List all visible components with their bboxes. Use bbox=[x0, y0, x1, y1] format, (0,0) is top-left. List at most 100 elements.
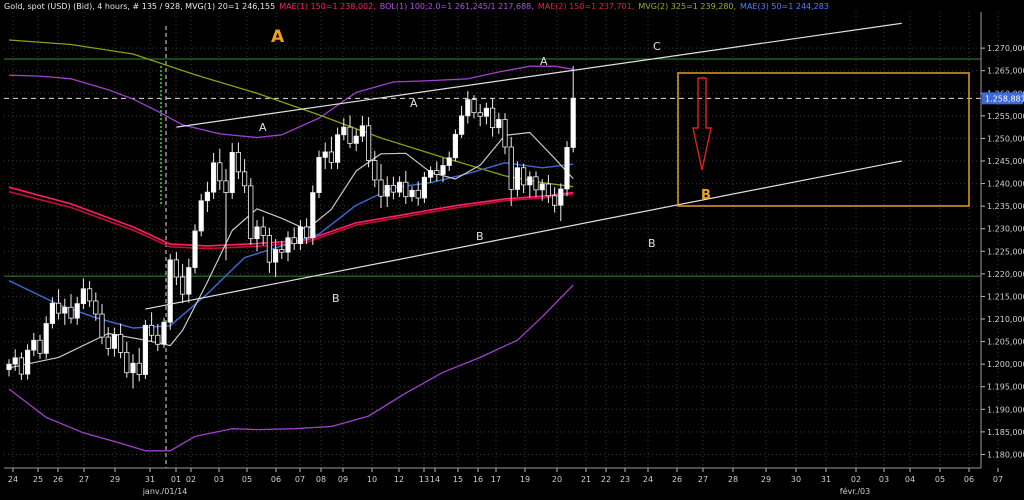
x-tick-label: 23 bbox=[620, 475, 630, 484]
candle[interactable] bbox=[291, 227, 297, 250]
candle[interactable] bbox=[118, 323, 124, 359]
bollinger-upper-line[interactable] bbox=[8, 65, 574, 139]
y-tick-label: 1.265,000 bbox=[987, 67, 1024, 76]
down-arrow-icon bbox=[692, 77, 712, 171]
candle[interactable] bbox=[396, 176, 403, 198]
candle[interactable] bbox=[508, 137, 514, 207]
candle[interactable] bbox=[316, 150, 322, 199]
candle[interactable] bbox=[241, 159, 248, 194]
candle-body-up bbox=[204, 191, 210, 202]
candle[interactable] bbox=[136, 347, 142, 382]
candle[interactable] bbox=[173, 252, 179, 286]
candle[interactable] bbox=[130, 354, 136, 389]
candle[interactable] bbox=[266, 227, 273, 273]
candle[interactable] bbox=[210, 152, 217, 199]
candle[interactable] bbox=[62, 298, 68, 325]
candle[interactable] bbox=[56, 289, 62, 320]
candle[interactable] bbox=[12, 349, 18, 371]
target-box[interactable] bbox=[677, 72, 970, 207]
candle[interactable] bbox=[31, 333, 37, 357]
candle-body-down bbox=[403, 181, 409, 198]
candle[interactable] bbox=[43, 316, 49, 359]
candle-body-up bbox=[421, 176, 428, 199]
candle[interactable] bbox=[217, 148, 223, 190]
candle[interactable] bbox=[452, 129, 459, 162]
candle[interactable] bbox=[105, 327, 111, 356]
last-price-label: 1.258,881 bbox=[985, 94, 1024, 103]
candle[interactable] bbox=[161, 317, 167, 348]
trendline[interactable] bbox=[176, 22, 902, 128]
y-tick-label: 1.230,000 bbox=[987, 225, 1024, 234]
candle[interactable] bbox=[545, 174, 552, 203]
candle[interactable] bbox=[18, 352, 25, 380]
candles[interactable] bbox=[6, 66, 576, 389]
candle[interactable] bbox=[552, 187, 558, 213]
candle[interactable] bbox=[465, 91, 471, 124]
candle[interactable] bbox=[353, 128, 359, 152]
candle[interactable] bbox=[489, 98, 496, 137]
candle[interactable] bbox=[248, 178, 254, 245]
candle-body-down bbox=[223, 180, 229, 193]
candle[interactable] bbox=[99, 304, 105, 345]
candle[interactable] bbox=[37, 334, 43, 359]
candle[interactable] bbox=[74, 296, 80, 325]
candle[interactable] bbox=[229, 142, 235, 199]
candle-body-up bbox=[514, 167, 521, 190]
candle[interactable] bbox=[204, 181, 210, 213]
candle[interactable] bbox=[458, 105, 465, 138]
candle[interactable] bbox=[446, 151, 452, 171]
peak-label-c: C bbox=[653, 40, 661, 53]
price-chart[interactable]: A B A A A C B B B 1.180,000 1.185,000 1.19… bbox=[0, 0, 1024, 500]
candle-body-down bbox=[291, 237, 297, 245]
candle[interactable] bbox=[390, 176, 397, 200]
candle[interactable] bbox=[347, 115, 353, 148]
x-tick-label: 26 bbox=[53, 475, 63, 484]
candle[interactable] bbox=[527, 171, 533, 198]
candle[interactable] bbox=[235, 142, 241, 180]
candle[interactable] bbox=[502, 113, 508, 155]
candle[interactable] bbox=[310, 185, 316, 245]
candle[interactable] bbox=[198, 193, 204, 237]
candle[interactable] bbox=[477, 104, 483, 127]
candle[interactable] bbox=[297, 220, 304, 250]
y-tick-label: 1.205,000 bbox=[987, 338, 1024, 347]
candle[interactable] bbox=[167, 253, 173, 330]
candle[interactable] bbox=[564, 141, 570, 197]
candle[interactable] bbox=[328, 136, 335, 170]
candle[interactable] bbox=[186, 258, 192, 303]
candle[interactable] bbox=[80, 278, 86, 310]
candle[interactable] bbox=[285, 231, 291, 262]
candle[interactable] bbox=[260, 216, 266, 246]
candle[interactable] bbox=[558, 183, 564, 222]
candle[interactable] bbox=[334, 127, 341, 170]
y-tick-label: 1.225,000 bbox=[987, 247, 1024, 256]
candle[interactable] bbox=[427, 166, 434, 183]
candle-body-up bbox=[570, 97, 576, 148]
x-tick-label: 02 bbox=[186, 475, 196, 484]
candle[interactable] bbox=[341, 118, 347, 141]
candle[interactable] bbox=[179, 263, 186, 304]
candle[interactable] bbox=[409, 186, 415, 202]
candle[interactable] bbox=[483, 102, 490, 125]
candle[interactable] bbox=[87, 281, 93, 307]
candle[interactable] bbox=[533, 171, 539, 198]
candle[interactable] bbox=[570, 66, 576, 153]
mae2-line[interactable] bbox=[8, 190, 574, 250]
candle[interactable] bbox=[403, 170, 409, 204]
candle[interactable] bbox=[421, 171, 428, 203]
candle[interactable] bbox=[378, 164, 384, 208]
candle[interactable] bbox=[384, 176, 390, 208]
x-tick-label: 05 bbox=[935, 475, 945, 484]
candle[interactable] bbox=[142, 319, 148, 380]
candle-body-down bbox=[93, 300, 99, 315]
candle[interactable] bbox=[124, 341, 130, 378]
candle[interactable] bbox=[111, 327, 117, 357]
candle-body-down bbox=[99, 313, 105, 338]
candle[interactable] bbox=[6, 359, 12, 377]
candle[interactable] bbox=[155, 323, 161, 352]
candle[interactable] bbox=[24, 344, 31, 380]
candle[interactable] bbox=[192, 224, 198, 274]
candle[interactable] bbox=[322, 142, 328, 170]
candle[interactable] bbox=[365, 117, 372, 168]
candle[interactable] bbox=[514, 161, 521, 197]
